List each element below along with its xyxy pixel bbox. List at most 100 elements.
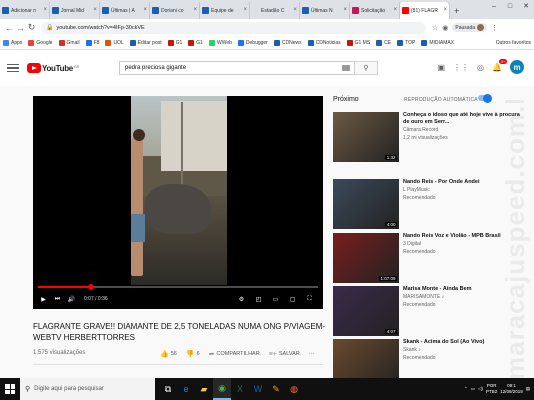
forward-icon[interactable]: → xyxy=(15,23,26,33)
fullscreen-icon[interactable]: ⛶ xyxy=(304,294,315,304)
bookmark-item[interactable]: G1 MS xyxy=(346,39,370,46)
task-view-icon[interactable]: ⧉ xyxy=(159,378,177,400)
browser-tab[interactable]: Adicionar n × xyxy=(0,2,50,19)
video-thumbnail[interactable]: 1:07:09 xyxy=(333,233,399,283)
back-icon[interactable]: ← xyxy=(4,23,15,33)
tab-close-icon[interactable]: × xyxy=(43,7,47,13)
menu-dots-icon[interactable]: ⋮ xyxy=(491,24,498,32)
bookmark-item[interactable]: F8 xyxy=(85,39,99,46)
browser-tab[interactable]: (81) FLAGR × xyxy=(400,2,450,19)
clock[interactable]: 09:1 12/09/2019 xyxy=(500,383,523,395)
browser-tab[interactable]: Jornal Mid × xyxy=(50,2,100,19)
tab-close-icon[interactable]: × xyxy=(293,7,297,13)
recommended-video[interactable]: 4:07 Marisa Monte - Ainda Bem MARISAMONTE … xyxy=(333,286,523,338)
bookmark-item[interactable]: Apps xyxy=(3,39,22,46)
youtube-wordmark: YouTube xyxy=(42,63,73,73)
next-video-icon[interactable]: ⏭ xyxy=(52,294,63,304)
bookmark-item[interactable]: G1 xyxy=(188,39,203,46)
messages-icon[interactable]: ◎ xyxy=(477,63,484,72)
cast-icon[interactable]: ▢ xyxy=(287,294,298,304)
browser-tab[interactable]: Últimas N × xyxy=(300,2,350,19)
bookmark-item[interactable]: Editar post xyxy=(129,39,162,46)
like-button[interactable]: 👍 56 xyxy=(160,350,177,358)
extension-icon[interactable]: ◉ xyxy=(442,24,448,32)
other-bookmarks[interactable]: Outros favoritos xyxy=(496,40,531,46)
account-avatar[interactable]: m xyxy=(510,60,524,74)
bookmark-item[interactable]: MIDIAMAX xyxy=(421,39,454,46)
video-thumbnail[interactable]: 4:07 xyxy=(333,286,399,336)
recommended-video[interactable]: 1:07:09 Nando Reis Voz e Violão - MPB Bra… xyxy=(333,233,523,285)
minimize-icon[interactable]: – xyxy=(486,0,502,12)
edge-icon[interactable]: e xyxy=(177,378,195,400)
notification-center-icon[interactable]: ▤ xyxy=(526,386,530,392)
browser-tab[interactable]: Equipe de × xyxy=(200,2,250,19)
tab-close-icon[interactable]: × xyxy=(393,7,397,13)
search-input[interactable]: pedra preciosa gigante xyxy=(119,61,355,75)
new-tab-icon[interactable]: + xyxy=(450,2,463,19)
autoplay-toggle[interactable] xyxy=(478,93,492,103)
browser-tab[interactable]: Doriani co × xyxy=(150,2,200,19)
bookmark-favicon-icon xyxy=(3,39,9,46)
save-button[interactable]: ≡+ SALVAR xyxy=(269,351,300,358)
excel-icon[interactable]: X xyxy=(231,378,249,400)
speaker-icon[interactable]: ◁) xyxy=(478,386,483,392)
firefox-icon[interactable]: ◍ xyxy=(285,378,303,400)
bookmark-item[interactable]: CDNews xyxy=(273,39,302,46)
bookmark-item[interactable]: CDNoticias xyxy=(307,39,341,46)
bookmark-item[interactable]: Gmail xyxy=(58,39,80,46)
progress-scrubber[interactable] xyxy=(88,284,95,290)
volume-icon[interactable]: 🔊 xyxy=(66,294,77,304)
share-button[interactable]: ➦ COMPARTILHAR xyxy=(209,350,260,358)
chrome-icon[interactable]: ◉ xyxy=(213,378,231,400)
video-player[interactable]: ▶ ⏭ 🔊 0:07 / 0:36 ⚙ ◰ ▭ ▢ ⛶ xyxy=(33,96,323,309)
paint-icon[interactable]: ✎ xyxy=(267,378,285,400)
browser-tab[interactable]: Estadão C × xyxy=(250,2,300,19)
bookmark-item[interactable]: CE xyxy=(376,39,391,46)
close-window-icon[interactable]: ✕ xyxy=(518,0,534,12)
apps-grid-icon[interactable]: ⋮⋮ xyxy=(453,63,469,72)
maximize-icon[interactable]: □ xyxy=(502,0,518,12)
start-button[interactable] xyxy=(0,378,20,400)
star-icon[interactable]: ☆ xyxy=(432,24,438,32)
youtube-logo[interactable]: YouTube BR xyxy=(27,63,80,73)
reload-icon[interactable]: ↻ xyxy=(26,22,37,33)
miniplayer-icon[interactable]: ◰ xyxy=(253,294,264,304)
browser-tab[interactable]: Solicitação × xyxy=(350,2,400,19)
bookmark-item[interactable]: TOP xyxy=(397,39,415,46)
theater-mode-icon[interactable]: ▭ xyxy=(270,294,281,304)
hamburger-menu-icon[interactable] xyxy=(7,64,19,72)
tab-close-icon[interactable]: × xyxy=(143,7,147,13)
bookmark-item[interactable]: G1 xyxy=(167,39,182,46)
tab-close-icon[interactable]: × xyxy=(193,7,197,13)
play-icon[interactable]: ▶ xyxy=(38,294,49,304)
profile-button[interactable]: Pausada xyxy=(452,23,488,32)
tab-close-icon[interactable]: × xyxy=(443,7,447,13)
tray-chevron-icon[interactable]: ⌃ xyxy=(464,386,468,392)
create-video-icon[interactable]: ▣ xyxy=(437,63,445,72)
tab-close-icon[interactable]: × xyxy=(343,7,347,13)
tab-close-icon[interactable]: × xyxy=(93,7,97,13)
bookmark-item[interactable]: Debugger xyxy=(237,39,268,46)
video-progress-bar[interactable] xyxy=(38,284,318,290)
taskbar-search-input[interactable]: ⚲ Digite aqui para pesquisar xyxy=(20,378,155,400)
word-icon[interactable]: W xyxy=(249,378,267,400)
url-field[interactable]: 🔒 youtube.com/watch?v=4IFp-30ckVE xyxy=(41,21,426,34)
bookmark-item[interactable]: Google xyxy=(28,39,53,46)
search-button[interactable]: ⚲ xyxy=(354,61,378,75)
bookmark-item[interactable]: WWeb xyxy=(208,39,232,46)
file-explorer-icon[interactable]: ▰ xyxy=(195,378,213,400)
recommended-video[interactable]: 4:00 Nando Reis - Por Onde Andei L PlayMus… xyxy=(333,179,523,231)
more-actions-icon[interactable]: ··· xyxy=(309,351,315,357)
keyboard-icon[interactable] xyxy=(342,65,350,71)
browser-tab[interactable]: Últimas | A × xyxy=(100,2,150,19)
language-indicator[interactable]: POR PTB2 xyxy=(486,383,497,395)
bookmark-item[interactable]: UOL xyxy=(105,39,124,46)
settings-gear-icon[interactable]: ⚙ xyxy=(236,294,247,304)
video-thumbnail[interactable]: 1:32 xyxy=(333,112,399,162)
notifications-bell-icon[interactable]: 🔔 9+ xyxy=(492,58,507,72)
video-thumbnail[interactable]: 4:00 xyxy=(333,179,399,229)
tab-close-icon[interactable]: × xyxy=(243,7,247,13)
network-icon[interactable]: ▭ xyxy=(471,386,475,392)
dislike-button[interactable]: 👎 6 xyxy=(186,350,200,358)
recommended-video[interactable]: 1:32 Conheça o idoso que até hoje vive à … xyxy=(333,112,523,164)
